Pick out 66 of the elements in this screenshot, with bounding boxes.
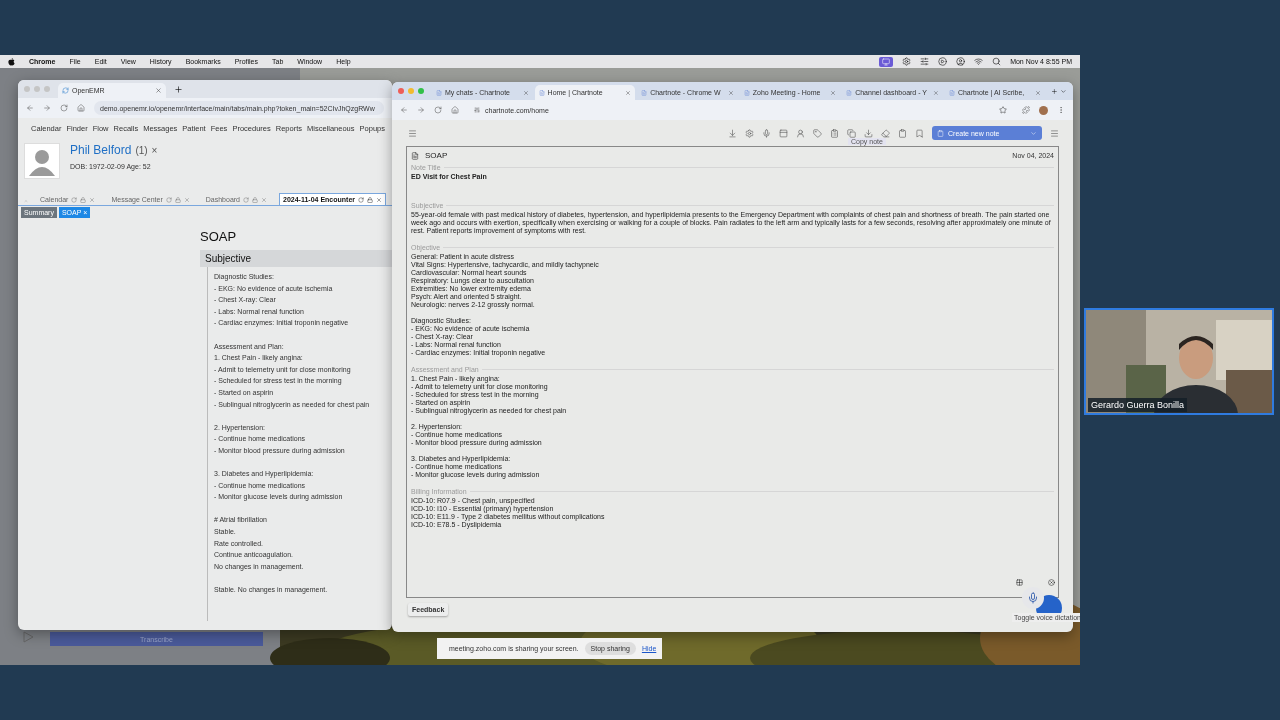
new-tab-icon[interactable] [174,84,183,94]
screen-share-icon[interactable] [882,57,891,66]
wifi-icon[interactable] [974,57,984,66]
microphone-icon[interactable] [1027,592,1039,604]
forward-icon[interactable] [417,106,425,114]
close-patient-button[interactable]: × [151,145,158,156]
tab-list-icon[interactable] [1060,87,1067,95]
caret-icon[interactable] [1030,129,1037,137]
page-icon [948,89,955,96]
user-icon[interactable] [956,57,966,66]
sliders-icon[interactable] [920,57,930,66]
home-icon[interactable] [451,106,459,114]
download-icon[interactable] [864,128,873,138]
site-icon [62,87,69,94]
patient-name[interactable]: Phil Belford [70,143,132,157]
profile-avatar-icon[interactable] [1039,105,1048,115]
more-icon[interactable] [1057,106,1065,114]
reload-icon[interactable] [358,196,364,203]
reload-icon[interactable] [165,196,172,203]
page-icon [641,89,648,96]
note-heading: SOAP [425,151,448,160]
close-icon[interactable] [1048,579,1055,586]
section-header: Subjective [200,250,392,267]
page-icon [846,89,853,96]
microphone-icon[interactable] [762,128,771,138]
note-icon [411,151,419,160]
extensions-icon[interactable] [1022,106,1030,114]
page-icon [538,89,545,96]
clipboard-icon[interactable] [830,128,839,138]
reload-icon[interactable] [243,196,249,203]
lock-icon[interactable] [174,196,181,203]
reload-icon[interactable] [71,196,78,203]
grid-icon[interactable] [1016,579,1023,586]
search-icon[interactable] [992,57,1002,66]
site-settings-icon[interactable] [474,107,480,113]
bookmark-icon[interactable] [915,128,924,138]
play-icon[interactable] [938,57,948,66]
eraser-icon[interactable] [881,128,890,138]
paste-icon[interactable] [898,128,907,138]
patient-count: (1) [135,145,148,156]
import-icon[interactable] [728,128,737,138]
back-icon[interactable] [400,106,408,114]
page-icon [436,89,442,96]
tag-icon[interactable] [813,128,822,138]
menu-icon[interactable] [408,128,417,138]
back-icon[interactable] [26,104,34,112]
collapse-panel-icon[interactable] [1050,128,1059,138]
copy-icon[interactable] [847,128,856,138]
settings-icon[interactable] [902,57,912,66]
star-icon[interactable] [999,106,1007,114]
page-icon [743,89,750,96]
settings-icon[interactable] [745,128,754,138]
avatar-icon [24,143,60,179]
panel-icon[interactable] [779,128,788,138]
participant-name: Gerardo Guerra Bonilla [1088,398,1188,412]
forward-icon[interactable] [43,104,51,112]
play-icon[interactable] [22,631,34,643]
form-title: SOAP [200,229,238,244]
reload-icon[interactable] [60,104,68,112]
apple-icon [8,57,15,66]
reload-icon[interactable] [434,106,442,114]
lock-icon[interactable] [367,196,373,203]
new-tab-icon[interactable] [1051,87,1059,95]
home-icon[interactable] [77,104,85,112]
lock-icon[interactable] [252,196,258,203]
lock-icon[interactable] [80,196,87,203]
